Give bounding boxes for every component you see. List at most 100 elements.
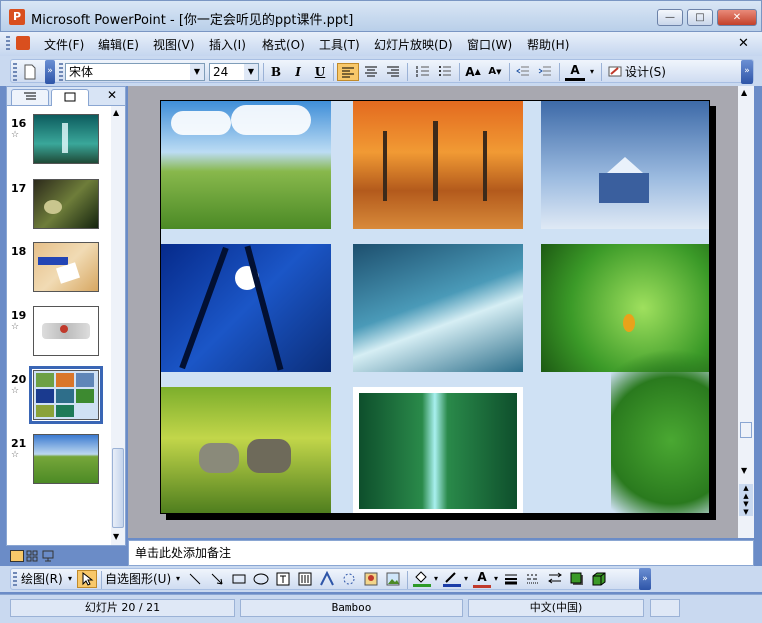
select-objects-icon[interactable]	[77, 570, 97, 588]
font-name-select[interactable]: 宋体 ▼	[65, 63, 205, 81]
toolbar-overflow-chevron-icon[interactable]: »	[741, 60, 753, 84]
slides-panel-scrollbar[interactable]: ▲ ▼	[111, 106, 125, 545]
align-center-icon[interactable]	[361, 63, 381, 81]
close-window-button[interactable]: ✕	[717, 9, 757, 26]
thumb-slide-18[interactable]: 18	[11, 245, 26, 258]
slideshow-view-icon[interactable]	[42, 550, 56, 562]
wordart-tool-icon[interactable]	[319, 570, 337, 587]
draw-font-color-dropdown-icon[interactable]: ▾	[491, 570, 501, 588]
toolbar-options-chevron-icon[interactable]: »	[45, 60, 55, 84]
menu-help[interactable]: 帮助(H)	[527, 36, 569, 53]
menu-view[interactable]: 视图(V)	[153, 36, 195, 53]
font-toolbar-grip-handle[interactable]	[59, 63, 63, 81]
photo-moon-leaves[interactable]	[161, 244, 331, 372]
italic-button[interactable]: I	[289, 63, 307, 81]
slide-sorter-view-icon[interactable]	[26, 550, 40, 562]
diagram-tool-icon[interactable]	[341, 571, 359, 587]
menu-insert[interactable]: 插入(I)	[209, 36, 246, 53]
bullets-icon[interactable]	[435, 63, 455, 81]
insert-picture-icon[interactable]	[385, 571, 403, 587]
slides-tab[interactable]	[51, 89, 89, 106]
font-color-icon[interactable]: A	[565, 63, 585, 81]
decrease-indent-icon[interactable]	[513, 63, 533, 81]
drawing-toolbar-chevron-icon[interactable]: »	[639, 568, 651, 590]
next-slide-icon[interactable]: ▼ ▼	[739, 500, 753, 516]
outline-tab[interactable]	[11, 89, 49, 105]
photo-snow-chapel[interactable]	[541, 101, 709, 229]
draw-font-color-icon[interactable]: A	[473, 570, 491, 588]
menu-edit[interactable]: 编辑(E)	[98, 36, 139, 53]
rectangle-tool-icon[interactable]	[231, 571, 249, 587]
align-left-icon[interactable]	[337, 63, 359, 81]
photo-waterfall[interactable]	[353, 387, 523, 513]
draw-menu-button[interactable]: 绘图(R)	[21, 570, 71, 588]
align-right-icon[interactable]	[383, 63, 403, 81]
slide-21-thumbnail[interactable]	[33, 434, 99, 484]
autoshapes-button[interactable]: 自选图形(U)	[105, 570, 181, 588]
thumb-slide-17[interactable]: 17	[11, 182, 26, 195]
fill-color-icon[interactable]	[413, 571, 431, 587]
toolbar-grip-handle[interactable]	[13, 63, 17, 81]
menu-file[interactable]: 文件(F)	[44, 36, 84, 53]
menu-slideshow[interactable]: 幻灯片放映(D)	[374, 36, 453, 53]
thumb-slide-19[interactable]: 19 ☆	[11, 309, 26, 332]
slide-18-thumbnail[interactable]	[33, 242, 99, 292]
menu-format[interactable]: 格式(O)	[262, 36, 305, 53]
photo-ocean-wave[interactable]	[353, 244, 523, 372]
increase-indent-icon[interactable]	[535, 63, 555, 81]
bold-button[interactable]: B	[267, 63, 285, 81]
notes-pane[interactable]: 单击此处添加备注	[128, 540, 754, 566]
slides-panel-scroll-thumb[interactable]	[112, 448, 124, 528]
draw-menu-dropdown-icon[interactable]: ▾	[65, 570, 75, 588]
menu-grip-handle[interactable]	[6, 36, 10, 52]
normal-view-icon[interactable]	[10, 550, 24, 562]
slide-17-thumbnail[interactable]	[33, 179, 99, 229]
new-document-icon[interactable]	[21, 63, 39, 81]
drawing-toolbar-grip-handle[interactable]	[13, 572, 17, 587]
scroll-up-icon[interactable]: ▲	[113, 108, 119, 117]
underline-button[interactable]: U	[311, 63, 329, 81]
design-icon[interactable]	[607, 63, 623, 81]
3d-style-icon[interactable]	[591, 571, 609, 587]
vertical-textbox-tool-icon[interactable]	[297, 571, 315, 587]
close-document-button[interactable]: ✕	[738, 36, 749, 51]
slide-16-thumbnail[interactable]	[33, 114, 99, 164]
arrow-style-icon[interactable]	[547, 571, 565, 587]
thumb-slide-21[interactable]: 21 ☆	[11, 437, 26, 460]
menu-window[interactable]: 窗口(W)	[467, 36, 512, 53]
slide-pane-scrollbar[interactable]: ▲ ▼ ▲ ▲ ▼ ▼	[738, 86, 754, 538]
photo-kittens[interactable]	[161, 387, 331, 513]
menu-tools[interactable]: 工具(T)	[319, 36, 360, 53]
previous-slide-icon[interactable]: ▲ ▲	[739, 484, 753, 500]
scroll-up-icon[interactable]: ▲	[741, 88, 747, 97]
autoshapes-dropdown-icon[interactable]: ▾	[173, 570, 183, 588]
slide-20-thumbnail[interactable]	[33, 370, 99, 420]
design-button[interactable]: 设计(S)	[625, 63, 673, 81]
dash-style-icon[interactable]	[525, 571, 543, 587]
document-icon[interactable]	[16, 36, 30, 50]
current-slide[interactable]	[160, 100, 710, 514]
increase-font-size-icon[interactable]: A▲	[463, 63, 483, 81]
line-color-icon[interactable]	[443, 571, 461, 587]
fill-color-dropdown-icon[interactable]: ▾	[431, 570, 441, 588]
thumb-slide-16[interactable]: 16 ☆	[11, 117, 26, 140]
scroll-down-icon[interactable]: ▼	[741, 466, 747, 475]
close-panel-button[interactable]: ✕	[107, 88, 117, 102]
font-color-dropdown-icon[interactable]: ▾	[587, 63, 597, 81]
font-size-select[interactable]: 24 ▼	[209, 63, 259, 81]
slide-pane-scroll-thumb[interactable]	[740, 422, 752, 438]
font-name-dropdown-icon[interactable]: ▼	[190, 64, 204, 80]
line-style-icon[interactable]	[503, 571, 521, 587]
decrease-font-size-icon[interactable]: A▼	[485, 63, 505, 81]
photo-grassland[interactable]	[161, 101, 331, 229]
clip-art-icon[interactable]	[363, 571, 381, 587]
scroll-down-icon[interactable]: ▼	[113, 532, 119, 541]
line-tool-icon[interactable]	[187, 571, 205, 587]
slide-19-thumbnail[interactable]	[33, 306, 99, 356]
font-size-dropdown-icon[interactable]: ▼	[244, 64, 258, 80]
arrow-tool-icon[interactable]	[209, 571, 227, 587]
shadow-style-icon[interactable]	[569, 571, 587, 587]
maximize-button[interactable]: □	[687, 9, 713, 26]
numbering-icon[interactable]	[413, 63, 433, 81]
photo-autumn-forest[interactable]	[353, 101, 523, 229]
